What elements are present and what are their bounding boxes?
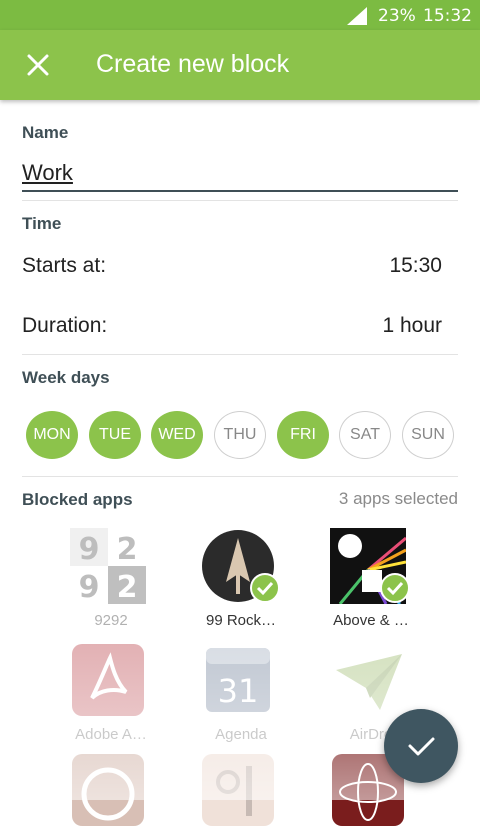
app-bar: Create new block <box>0 30 480 100</box>
app-adobe-acrobat-icon <box>72 644 144 716</box>
status-bar: 23% 15:32 <box>0 0 480 30</box>
selected-check-icon <box>250 573 280 603</box>
name-label: Name <box>22 123 69 142</box>
app-name: Adobe A… <box>75 726 147 743</box>
close-icon[interactable] <box>20 47 56 83</box>
icon-glyph: 2 <box>117 570 138 604</box>
starts-at-label: Starts at: <box>22 254 107 277</box>
duration-label: Duration: <box>22 314 108 337</box>
icon-glyph: 31 <box>218 672 259 710</box>
app-agenda-icon: 31 <box>206 648 270 712</box>
duration-value: 1 hour <box>382 314 442 337</box>
divider <box>22 200 458 201</box>
status-time: 15:32 <box>423 6 472 26</box>
check-icon <box>408 737 435 756</box>
app-tools-icon <box>202 754 274 826</box>
app-name: Agenda <box>215 726 267 743</box>
icon-glyph: 9 <box>79 532 100 567</box>
alarm-clock-icon <box>72 754 144 826</box>
battery-level: 23% <box>378 6 416 26</box>
icon-glyph: 2 <box>117 532 138 567</box>
divider <box>22 476 458 477</box>
app-airdroid-icon <box>336 654 402 710</box>
icon-glyph: 9 <box>79 570 100 604</box>
selected-check-icon <box>380 573 410 603</box>
name-input[interactable] <box>22 156 458 192</box>
time-label: Time <box>22 214 62 233</box>
day-toggle-sat[interactable]: SAT <box>339 411 391 459</box>
page-title: Create new block <box>96 50 290 78</box>
app-name: 9292 <box>94 612 128 629</box>
day-toggle-mon[interactable]: MON <box>26 411 78 459</box>
apps-selected-count: 3 apps selected <box>338 489 458 508</box>
starts-at-value: 15:30 <box>389 254 442 277</box>
app-name: 99 Rock… <box>205 612 277 629</box>
duration-row[interactable]: Duration: 1 hour <box>22 306 442 346</box>
confirm-button[interactable] <box>384 709 458 783</box>
divider <box>22 354 458 355</box>
signal-icon <box>347 7 367 25</box>
blocked-apps-label: Blocked apps <box>22 490 133 509</box>
day-toggle-tue[interactable]: TUE <box>89 411 141 459</box>
week-days-label: Week days <box>22 368 110 387</box>
day-toggle-thu[interactable]: THU <box>214 411 266 459</box>
starts-at-row[interactable]: Starts at: 15:30 <box>22 246 442 286</box>
day-toggle-fri[interactable]: FRI <box>277 411 329 459</box>
app-name: Above & … <box>333 612 409 629</box>
day-toggle-wed[interactable]: WED <box>151 411 203 459</box>
day-toggle-sun[interactable]: SUN <box>402 411 454 459</box>
app-9292-icon: 9 2 9 2 <box>70 528 146 604</box>
